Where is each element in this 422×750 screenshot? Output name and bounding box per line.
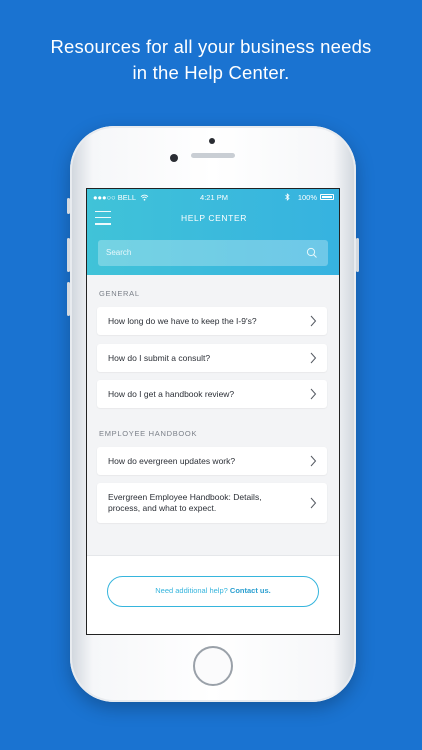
battery-icon <box>320 194 334 200</box>
faq-item-evergreen-updates[interactable]: How do evergreen updates work? <box>97 447 327 475</box>
faq-item-label: How do I submit a consult? <box>108 353 211 363</box>
search-placeholder: Search <box>106 248 132 257</box>
faq-item-submit-consult[interactable]: How do I submit a consult? <box>97 344 327 372</box>
chevron-right-icon <box>310 455 317 467</box>
phone-frame: ●●●○○ BELL 4:21 PM 100% HELP CENTER Sear… <box>67 126 359 702</box>
faq-item-label: Evergreen Employee Handbook: Details, pr… <box>108 492 262 513</box>
search-icon[interactable] <box>306 247 318 259</box>
help-text: Need additional help? <box>155 586 230 595</box>
contact-us-link[interactable]: Contact us. <box>230 586 271 595</box>
volume-up-button <box>67 238 70 272</box>
front-camera <box>170 154 178 162</box>
faq-item-label: How do evergreen updates work? <box>108 456 236 466</box>
phone-screen: ●●●○○ BELL 4:21 PM 100% HELP CENTER Sear… <box>86 188 340 635</box>
section-label-general: GENERAL <box>99 289 140 298</box>
battery-status: 100% <box>284 193 317 202</box>
home-button[interactable] <box>193 646 233 686</box>
contact-us-button[interactable]: Need additional help? Contact us. <box>107 576 319 607</box>
bluetooth-icon <box>284 193 290 201</box>
headline-line-1: Resources for all your business needs <box>50 36 372 57</box>
power-button <box>356 238 359 272</box>
volume-down-button <box>67 282 70 316</box>
header: ●●●○○ BELL 4:21 PM 100% HELP CENTER Sear… <box>87 189 339 275</box>
footer: Need additional help? Contact us. <box>87 555 339 634</box>
chevron-right-icon <box>310 388 317 400</box>
chevron-right-icon <box>310 352 317 364</box>
section-label-employee-handbook: EMPLOYEE HANDBOOK <box>99 429 198 438</box>
page-title: HELP CENTER <box>181 213 247 223</box>
headline-line-2: in the Help Center. <box>132 62 290 83</box>
silent-switch <box>67 198 70 214</box>
faq-item-label: How long do we have to keep the I-9's? <box>108 316 257 326</box>
faq-item-handbook-review[interactable]: How do I get a handbook review? <box>97 380 327 408</box>
chevron-right-icon <box>310 497 317 509</box>
status-bar: ●●●○○ BELL 4:21 PM 100% <box>87 193 339 205</box>
proximity-sensor <box>209 138 215 144</box>
chevron-right-icon <box>310 315 317 327</box>
faq-item-label: How do I get a handbook review? <box>108 389 235 399</box>
faq-item-i9[interactable]: How long do we have to keep the I-9's? <box>97 307 327 335</box>
nav-bar: HELP CENTER <box>87 205 339 233</box>
search-input[interactable]: Search <box>98 240 328 266</box>
earpiece-speaker <box>191 153 235 158</box>
faq-item-evergreen-handbook[interactable]: Evergreen Employee Handbook: Details, pr… <box>97 483 327 523</box>
headline: Resources for all your business needs in… <box>0 34 422 86</box>
